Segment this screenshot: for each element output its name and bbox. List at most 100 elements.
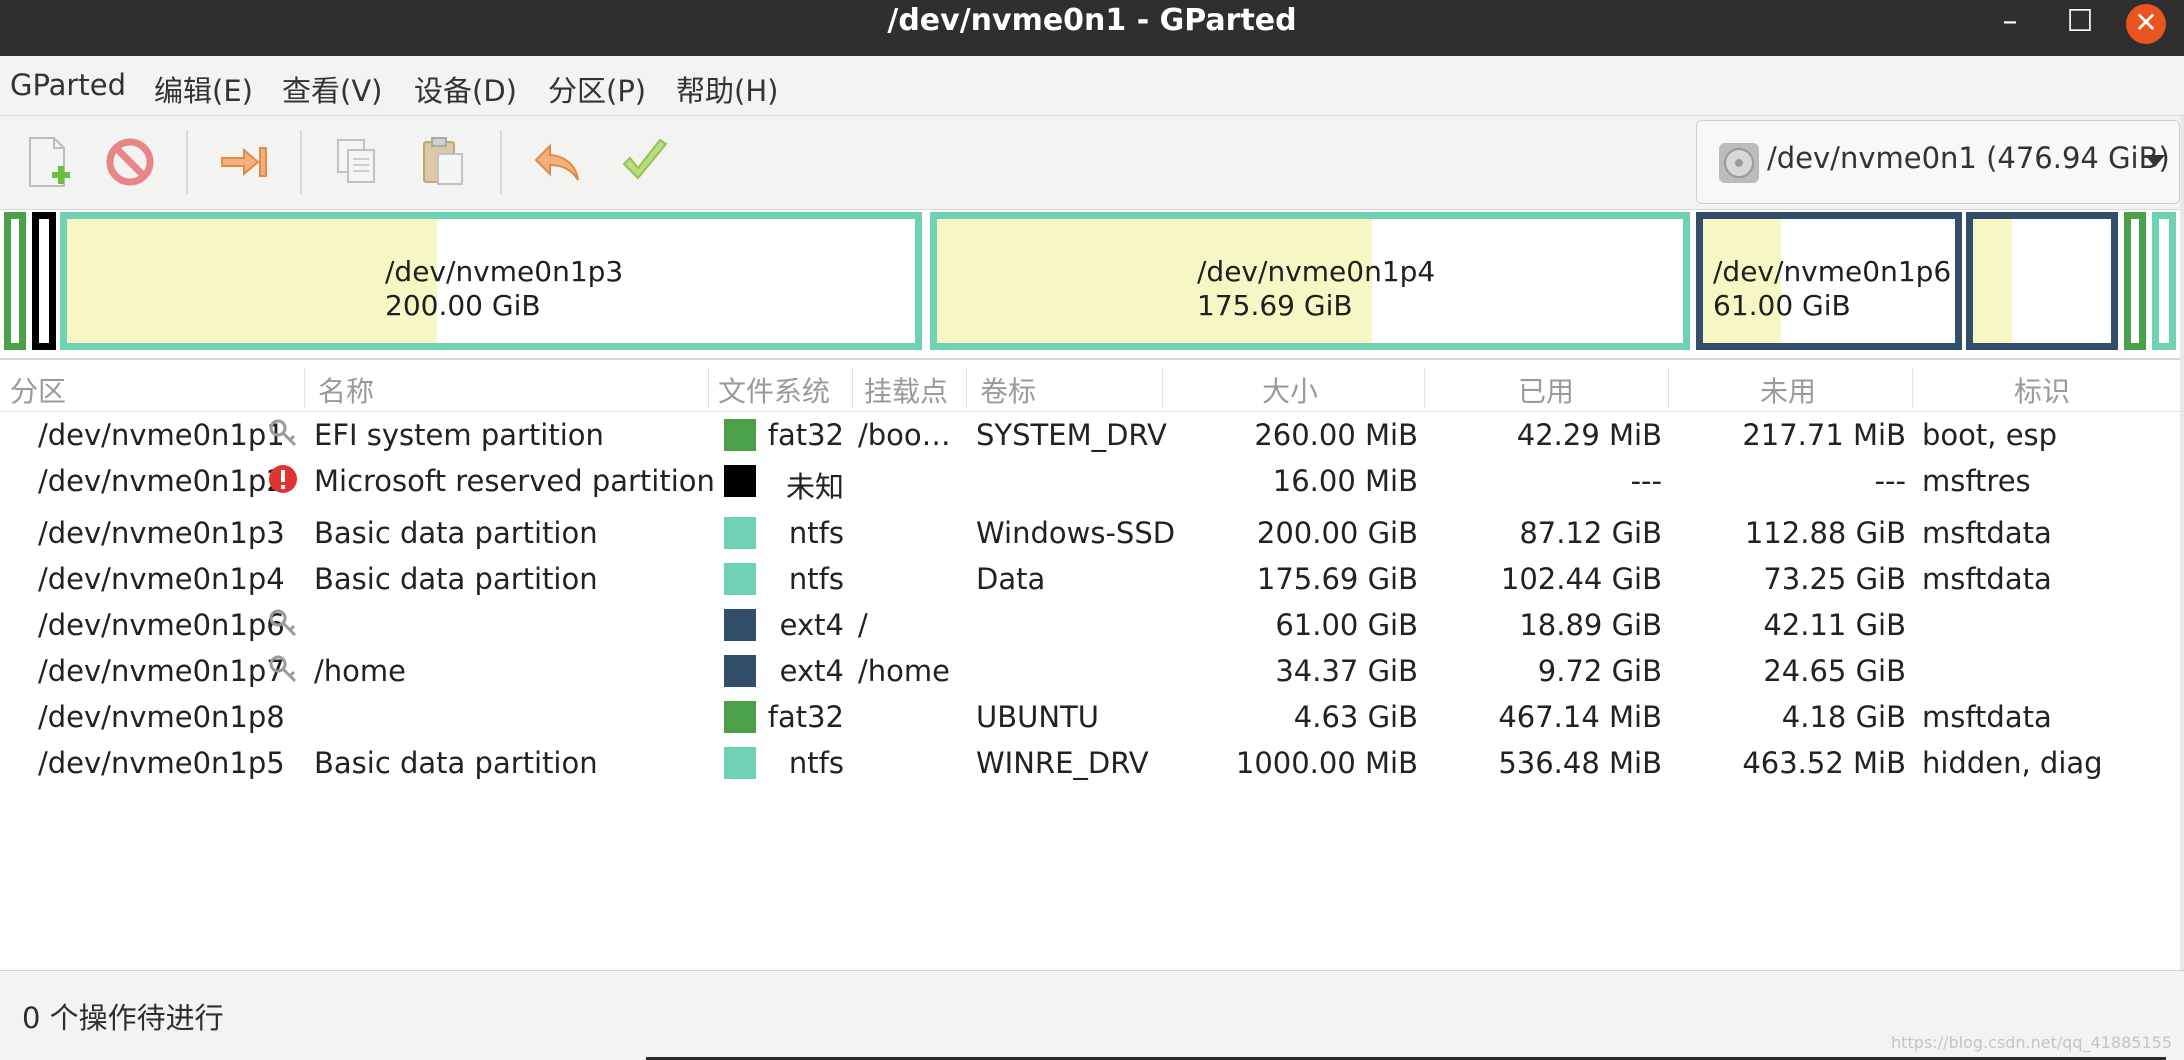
partition-path: /dev/nvme0n1p5 xyxy=(38,746,285,780)
watermark-text: https://blog.csdn.net/qq_41885155 xyxy=(1891,1033,2172,1052)
graphic-partition-p1[interactable] xyxy=(4,212,26,350)
table-header: 分区 名称 文件系统 挂载点 卷标 大小 已用 未用 标识 xyxy=(0,362,2184,412)
toolbar-separator xyxy=(500,130,502,194)
key-icon xyxy=(268,654,298,684)
partition-size: 61.00 GiB xyxy=(1275,608,1418,642)
graphic-partition-size: 200.00 GiB xyxy=(385,289,541,322)
key-icon xyxy=(268,418,298,448)
filesystem-color-swatch xyxy=(724,517,756,549)
filesystem-color-swatch xyxy=(724,655,756,687)
resize-move-icon[interactable] xyxy=(214,132,274,192)
filesystem-color-swatch xyxy=(724,609,756,641)
partition-name: Basic data partition xyxy=(314,562,598,596)
filesystem-color-swatch xyxy=(724,419,756,451)
unused-size: 463.52 MiB xyxy=(1742,746,1906,780)
volume-label: SYSTEM_DRV xyxy=(976,418,1167,452)
partition-name: /home xyxy=(314,654,406,688)
partition-flags: msftdata xyxy=(1922,562,2052,596)
graphic-partition-p3[interactable]: /dev/nvme0n1p3 200.00 GiB xyxy=(60,212,922,350)
graphic-partition-p6[interactable]: /dev/nvme0n1p6 61.00 GiB xyxy=(1696,212,1962,350)
menu-edit[interactable]: 编辑(E) xyxy=(154,68,253,110)
disk-icon xyxy=(1719,143,1759,183)
partition-graphic: /dev/nvme0n1p3 200.00 GiB /dev/nvme0n1p4… xyxy=(0,210,2184,360)
column-header-unused[interactable]: 未用 xyxy=(1760,370,1816,410)
partition-flags: msftdata xyxy=(1922,516,2052,550)
column-header-used[interactable]: 已用 xyxy=(1518,370,1574,410)
partition-table: 分区 名称 文件系统 挂载点 卷标 大小 已用 未用 标识 /dev/nvme0… xyxy=(0,362,2184,970)
filesystem-type: ext4 xyxy=(779,654,844,688)
graphic-partition-p4[interactable]: /dev/nvme0n1p4 175.69 GiB xyxy=(930,212,1690,350)
table-row[interactable]: /dev/nvme0n1p7/home ext4/home 34.37 GiB 9.7… xyxy=(0,648,2184,694)
filesystem-type: ext4 xyxy=(779,608,844,642)
column-header-mountpoint[interactable]: 挂载点 xyxy=(864,370,948,410)
partition-size: 34.37 GiB xyxy=(1275,654,1418,688)
unused-size: 4.18 GiB xyxy=(1781,700,1906,734)
column-header-size[interactable]: 大小 xyxy=(1262,370,1318,410)
pending-operations-status: 0 个操作待进行 xyxy=(22,1001,224,1035)
menu-partition[interactable]: 分区(P) xyxy=(548,68,646,110)
used-size: 9.72 GiB xyxy=(1537,654,1662,688)
unused-size: 73.25 GiB xyxy=(1763,562,1906,596)
maximize-icon[interactable]: ☐ xyxy=(2060,4,2100,44)
undo-icon[interactable] xyxy=(528,132,588,192)
title-bar: /dev/nvme0n1 - GParted – ☐ ✕ xyxy=(0,0,2184,56)
menu-bar: GParted 编辑(E) 查看(V) 设备(D) 分区(P) 帮助(H) xyxy=(0,56,2184,116)
menu-gparted[interactable]: GParted xyxy=(10,68,126,102)
close-icon[interactable]: ✕ xyxy=(2126,4,2166,44)
partition-size: 200.00 GiB xyxy=(1256,516,1418,550)
filesystem-type: fat32 xyxy=(767,700,844,734)
new-partition-icon[interactable] xyxy=(18,132,78,192)
filesystem-type: ntfs xyxy=(788,562,844,596)
partition-path: /dev/nvme0n1p1 xyxy=(38,418,285,452)
graphic-partition-p8[interactable] xyxy=(2124,212,2146,350)
column-header-partition[interactable]: 分区 xyxy=(10,370,66,410)
delete-icon[interactable] xyxy=(100,132,160,192)
graphic-partition-name: /dev/nvme0n1p6 xyxy=(1713,255,1952,288)
filesystem-type: ntfs xyxy=(788,516,844,550)
apply-icon[interactable] xyxy=(616,132,676,192)
toolbar-separator xyxy=(186,130,188,194)
filesystem-type: ntfs xyxy=(788,746,844,780)
filesystem-color-swatch xyxy=(724,563,756,595)
paste-icon[interactable] xyxy=(414,132,474,192)
toolbar: /dev/nvme0n1 (476.94 GiB) xyxy=(0,116,2184,210)
table-row[interactable]: /dev/nvme0n1p3 Basic data partition ntfs Wi… xyxy=(0,510,2184,556)
partition-path: /dev/nvme0n1p7 xyxy=(38,654,285,688)
partition-path: /dev/nvme0n1p6 xyxy=(38,608,285,642)
volume-label: UBUNTU xyxy=(976,700,1099,734)
menu-help[interactable]: 帮助(H) xyxy=(676,68,778,110)
unused-size: 24.65 GiB xyxy=(1763,654,1906,688)
device-selector[interactable]: /dev/nvme0n1 (476.94 GiB) xyxy=(1696,120,2180,204)
minimize-icon[interactable]: – xyxy=(1990,4,2030,44)
partition-name: Microsoft reserved partition xyxy=(314,464,715,498)
key-icon xyxy=(268,608,298,638)
table-row[interactable]: /dev/nvme0n1p5 Basic data partition ntfs WI… xyxy=(0,740,2184,786)
table-row[interactable]: /dev/nvme0n1p4 Basic data partition ntfs Da… xyxy=(0,556,2184,602)
volume-label: Data xyxy=(976,562,1046,596)
used-size: 42.29 MiB xyxy=(1516,418,1662,452)
column-header-name[interactable]: 名称 xyxy=(318,370,374,410)
column-header-flags[interactable]: 标识 xyxy=(2014,370,2070,410)
device-label: /dev/nvme0n1 (476.94 GiB) xyxy=(1767,141,2170,175)
used-size: 18.89 GiB xyxy=(1519,608,1662,642)
graphic-partition-p7[interactable] xyxy=(1966,212,2118,350)
table-row[interactable]: /dev/nvme0n1p8 fat32 UBUNTU 4.63 GiB 467.14 … xyxy=(0,694,2184,740)
toolbar-separator xyxy=(300,130,302,194)
menu-device[interactable]: 设备(D) xyxy=(414,68,517,110)
copy-icon[interactable] xyxy=(328,132,388,192)
used-space-bar xyxy=(67,219,437,343)
menu-view[interactable]: 查看(V) xyxy=(282,68,382,110)
partition-path: /dev/nvme0n1p3 xyxy=(38,516,285,550)
graphic-partition-p2[interactable] xyxy=(32,212,56,350)
table-row[interactable]: /dev/nvme0n1p6 ext4 / 61.00 GiB 18.89 GiB 42.… xyxy=(0,602,2184,648)
used-size: 536.48 MiB xyxy=(1498,746,1662,780)
partition-name: EFI system partition xyxy=(314,418,604,452)
graphic-partition-p5[interactable] xyxy=(2152,212,2176,350)
table-row[interactable]: /dev/nvme0n1p1 EFI system partition fat32 /… xyxy=(0,412,2184,458)
table-row[interactable]: /dev/nvme0n1p2 Microsoft reserved partiti… xyxy=(0,458,2184,504)
column-header-label[interactable]: 卷标 xyxy=(980,370,1036,410)
status-bar: 0 个操作待进行 https://blog.csdn.net/qq_418851… xyxy=(0,970,2184,1060)
scrollbar[interactable] xyxy=(2180,116,2184,970)
column-header-filesystem[interactable]: 文件系统 xyxy=(718,370,830,410)
partition-name: Basic data partition xyxy=(314,746,598,780)
